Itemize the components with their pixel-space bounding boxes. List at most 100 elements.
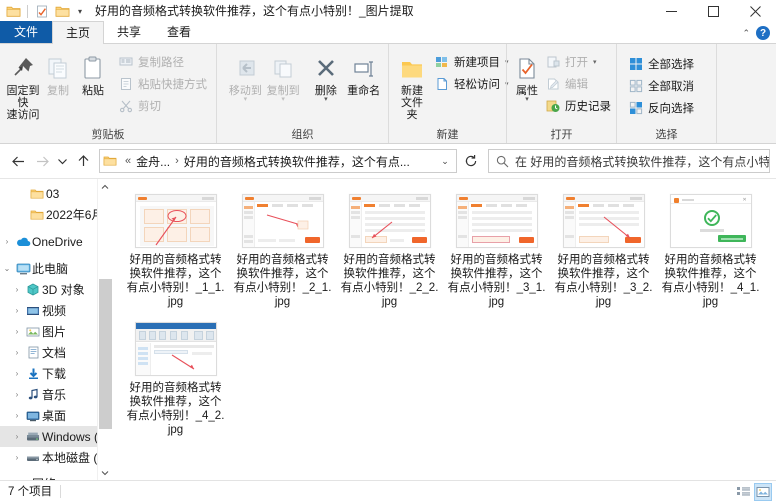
- expander-icon[interactable]: ›: [10, 432, 24, 441]
- sidebar-item-pictures[interactable]: › 图片: [0, 321, 112, 342]
- edit-button[interactable]: 编辑: [542, 74, 614, 94]
- expander-icon[interactable]: ›: [10, 453, 24, 462]
- move-to-dropdown-caret[interactable]: ▾: [244, 96, 248, 103]
- select-none-button[interactable]: 全部取消: [625, 76, 697, 96]
- copy-to-button[interactable]: 复制到 ▾: [265, 48, 302, 103]
- clipboard-group-label: 剪贴板: [91, 129, 125, 141]
- maximize-button[interactable]: [692, 0, 734, 22]
- properties-button[interactable]: 属性 ▾: [515, 48, 539, 103]
- move-to-button[interactable]: 移动到 ▾: [227, 48, 264, 103]
- sidebar-item-music[interactable]: › 音乐: [0, 384, 112, 405]
- back-button[interactable]: [6, 148, 30, 174]
- close-button[interactable]: [734, 0, 776, 22]
- breadcrumb-separator[interactable]: ›: [170, 155, 184, 167]
- open-button[interactable]: 打开 ▾: [542, 52, 614, 72]
- sidebar-item-network[interactable]: › 网络: [0, 473, 112, 480]
- tab-share[interactable]: 共享: [104, 21, 154, 43]
- file-list-pane[interactable]: 好用的音频格式转换软件推荐，这个有点小特别！_1_1.jpg 好用的音频格式转换…: [112, 179, 776, 480]
- properties-dropdown-caret[interactable]: ▾: [525, 96, 529, 103]
- copy-label: 复制: [47, 85, 69, 97]
- expander-icon[interactable]: ⌄: [0, 264, 14, 273]
- delete-dropdown-caret[interactable]: ▾: [324, 96, 328, 103]
- breadcrumb-item-0[interactable]: 金舟...: [136, 153, 170, 170]
- paste-button[interactable]: 粘贴: [76, 48, 110, 97]
- file-item[interactable]: 好用的音频格式转换软件推荐，这个有点小特别！_3_1.jpg: [443, 189, 550, 309]
- copy-button[interactable]: 复制: [41, 48, 75, 97]
- scroll-down-icon[interactable]: [101, 465, 109, 480]
- file-name: 好用的音频格式转换软件推荐，这个有点小特别！_1_1.jpg: [126, 254, 225, 308]
- invert-selection-button[interactable]: 反向选择: [625, 98, 697, 118]
- breadcrumb-item-1[interactable]: 好用的音频格式转换软件推荐，这个有点...: [184, 153, 410, 170]
- expander-icon[interactable]: ›: [0, 237, 14, 246]
- sidebar-item-onedrive[interactable]: › OneDrive: [0, 231, 112, 252]
- ribbon-tabs: 文件 主页 共享 查看 ⌃ ?: [0, 21, 776, 44]
- scrollbar-thumb[interactable]: [98, 279, 112, 429]
- sidebar-item-date-folder[interactable]: 2022年6月14日: [0, 204, 112, 225]
- sidebar-item-label: 此电脑: [32, 262, 69, 276]
- sidebar-item-this-pc[interactable]: ⌄ 此电脑: [0, 258, 112, 279]
- help-icon[interactable]: ?: [756, 26, 770, 40]
- tab-view[interactable]: 查看: [154, 21, 204, 43]
- navigation-scrollbar[interactable]: [97, 179, 112, 480]
- expander-icon[interactable]: ›: [10, 327, 24, 336]
- sidebar-item-downloads[interactable]: › 下载: [0, 363, 112, 384]
- sidebar-item-local-disk-d[interactable]: › 本地磁盘 (D:): [0, 447, 112, 468]
- tab-home[interactable]: 主页: [52, 21, 105, 44]
- new-folder-icon[interactable]: [54, 3, 70, 19]
- file-name: 好用的音频格式转换软件推荐，这个有点小特别！_2_1.jpg: [233, 254, 332, 308]
- expander-icon[interactable]: ›: [10, 306, 24, 315]
- open-caret[interactable]: ▾: [593, 58, 597, 66]
- paste-shortcut-button[interactable]: 粘贴快捷方式: [115, 74, 210, 94]
- expander-icon[interactable]: ›: [10, 390, 24, 399]
- tab-file[interactable]: 文件: [0, 21, 53, 43]
- breadcrumb-overflow[interactable]: «: [120, 155, 136, 167]
- minimize-button[interactable]: [650, 0, 692, 22]
- sidebar-item-documents[interactable]: › 文档: [0, 342, 112, 363]
- address-path-box[interactable]: « 金舟... › 好用的音频格式转换软件推荐，这个有点... ⌄: [99, 149, 457, 173]
- file-item[interactable]: ✕ 好用的音频格式转换软件推荐，这个有点小特别！_4_1.jpg: [657, 189, 764, 309]
- sidebar-item-3d-objects[interactable]: › 3D 对象: [0, 279, 112, 300]
- properties-icon[interactable]: [34, 3, 50, 19]
- file-item[interactable]: 好用的音频格式转换软件推荐，这个有点小特别！_1_1.jpg: [122, 189, 229, 309]
- sidebar-item-videos[interactable]: › 视频: [0, 300, 112, 321]
- scroll-up-icon[interactable]: [101, 179, 109, 194]
- sidebar-item-03[interactable]: 03: [0, 183, 112, 204]
- details-view-button[interactable]: [734, 483, 752, 501]
- file-item[interactable]: 好用的音频格式转换软件推荐，这个有点小特别！_3_2.jpg: [550, 189, 657, 309]
- customize-quick-access-caret[interactable]: ▾: [74, 3, 86, 19]
- scissors-icon: [118, 98, 134, 114]
- address-dropdown-caret[interactable]: ⌄: [434, 156, 456, 167]
- sidebar-item-desktop[interactable]: › 桌面: [0, 405, 112, 426]
- expander-icon[interactable]: ›: [10, 369, 24, 378]
- up-button[interactable]: [71, 148, 95, 174]
- folder-icon[interactable]: [5, 3, 21, 19]
- rename-button[interactable]: 重命名: [345, 48, 382, 97]
- expander-icon[interactable]: ›: [10, 411, 24, 420]
- expander-icon[interactable]: ›: [10, 348, 24, 357]
- copy-to-dropdown-caret[interactable]: ▾: [281, 96, 285, 103]
- recent-locations-button[interactable]: [54, 148, 71, 174]
- pin-to-quick-access-button[interactable]: 固定到快 速访问: [6, 48, 40, 121]
- file-item[interactable]: 好用的音频格式转换软件推荐，这个有点小特别！_2_2.jpg: [336, 189, 443, 309]
- cut-button[interactable]: 剪切: [115, 96, 210, 116]
- file-thumbnail: [134, 322, 217, 376]
- copy-path-button[interactable]: 复制路径: [115, 52, 210, 72]
- easy-access-button[interactable]: 轻松访问 ▾: [431, 74, 512, 94]
- search-input[interactable]: 在 好用的音频格式转换软件推荐，这个有点小特别！ _...: [515, 153, 769, 170]
- delete-button[interactable]: 删除 ▾: [308, 48, 345, 103]
- sidebar-item-windows-c[interactable]: › Windows (C:): [0, 426, 112, 447]
- select-all-button[interactable]: 全部选择: [625, 54, 697, 74]
- new-item-button[interactable]: 新建项目 ▾: [431, 52, 512, 72]
- search-box[interactable]: 在 好用的音频格式转换软件推荐，这个有点小特别！ _...: [488, 149, 770, 173]
- history-button[interactable]: 历史记录: [542, 96, 614, 116]
- file-item[interactable]: 好用的音频格式转换软件推荐，这个有点小特别！_2_1.jpg: [229, 189, 336, 309]
- scrollbar-track[interactable]: [98, 194, 113, 465]
- new-folder-button[interactable]: 新建 文件夹: [397, 48, 427, 121]
- forward-button[interactable]: [30, 148, 54, 174]
- file-thumbnail: ✕: [669, 194, 752, 248]
- refresh-button[interactable]: [458, 149, 484, 173]
- expander-icon[interactable]: ›: [10, 285, 24, 294]
- collapse-ribbon-icon[interactable]: ⌃: [742, 28, 750, 39]
- large-icons-view-button[interactable]: [754, 482, 772, 501]
- file-item[interactable]: 好用的音频格式转换软件推荐，这个有点小特别！_4_2.jpg: [122, 317, 229, 437]
